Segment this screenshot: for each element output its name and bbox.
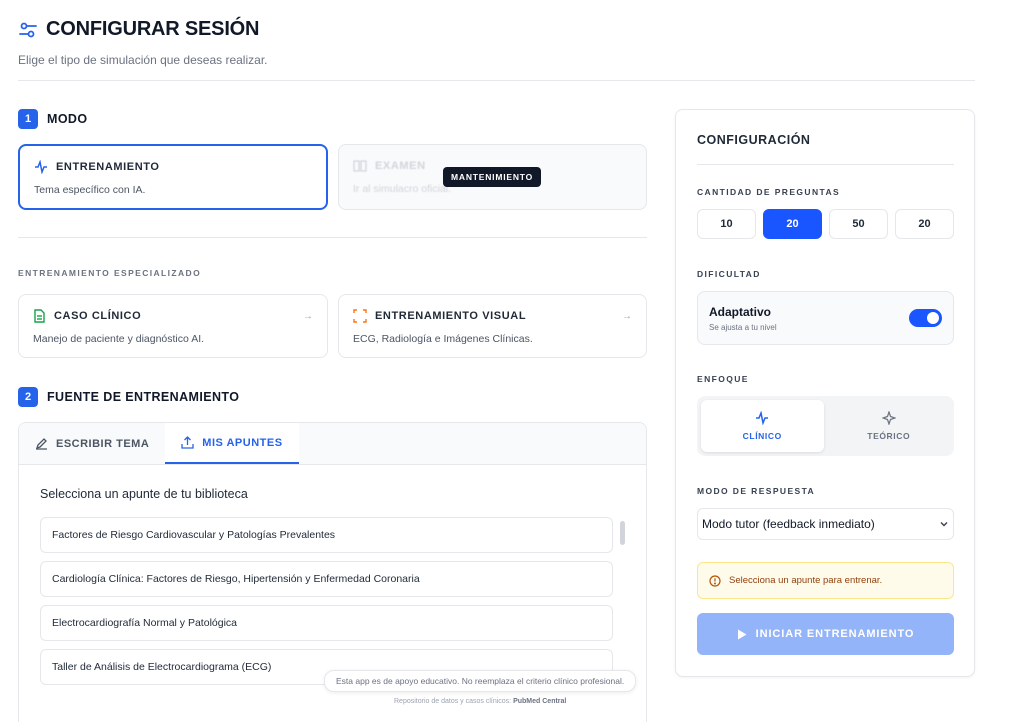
tab-write-topic[interactable]: ESCRIBIR TEMA [19,423,165,464]
focus-label: TEÓRICO [867,431,911,441]
response-mode-select[interactable]: Modo tutor (feedback inmediato) [697,508,954,540]
source-tabs: ESCRIBIR TEMA MIS APUNTES [19,423,646,465]
arrow-right-icon: → [622,311,632,322]
step-number: 2 [18,387,38,407]
page-header: CONFIGURAR SESIÓN Elige el tipo de simul… [18,18,975,67]
focus-label: CLÍNICO [742,431,782,441]
tab-label: MIS APUNTES [202,436,283,449]
select-value: Modo tutor (feedback inmediato) [702,517,875,531]
quantity-option-selected[interactable]: 20 [763,209,822,239]
repo-source: PubMed Central [513,698,567,705]
page-subtitle: Elige el tipo de simulación que deseas r… [18,53,268,67]
response-mode-caption: MODO DE RESPUESTA [697,486,816,496]
card-title: EXAMEN [375,160,426,172]
disclaimer-toast: Esta app es de apoyo educativo. No reemp… [324,670,637,692]
card-clinical-case[interactable]: CASO CLÍNICO Manejo de paciente y diagnó… [18,294,328,358]
maintenance-badge: MANTENIMIENTO [443,167,542,187]
sparkles-icon [881,411,896,425]
section-label: FUENTE DE ENTRENAMIENTO [47,390,240,404]
quantity-caption: CANTIDAD DE PREGUNTAS [697,187,841,197]
difficulty-title: Adaptativo [709,305,772,319]
start-training-button[interactable]: INICIAR ENTRENAMIENTO [697,613,954,655]
list-item[interactable]: Cardiología Clínica: Factores de Riesgo,… [40,561,613,597]
divider [18,80,975,81]
file-text-icon [34,309,45,323]
repository-credit: Repositorio de datos y casos clínicos: P… [394,698,566,705]
button-label: INICIAR ENTRENAMIENTO [755,628,915,640]
sliders-icon [19,22,37,37]
library-title: Selecciona un apunte de tu biblioteca [40,487,248,501]
card-description: Tema específico con IA. [34,184,146,196]
arrow-right-icon: → [303,311,313,322]
tab-label: ESCRIBIR TEMA [56,437,150,450]
focus-option-theoretical[interactable]: TEÓRICO [828,400,951,452]
card-title: CASO CLÍNICO [54,310,142,322]
page-title: CONFIGURAR SESIÓN [46,18,260,40]
mode-section-header: 1 MODO [18,109,88,129]
quantity-options: 10 20 50 20 [697,209,954,239]
activity-icon [756,411,769,425]
difficulty-box: Adaptativo Se ajusta a tu nivel [697,291,954,345]
source-section-header: 2 FUENTE DE ENTRENAMIENTO [18,387,239,407]
step-number: 1 [18,109,38,129]
scan-icon [353,309,367,323]
play-icon [737,629,747,639]
card-description: Manejo de paciente y diagnóstico AI. [33,333,205,345]
scrollbar[interactable] [620,521,625,545]
warning-message: Selecciona un apunte para entrenar. [697,562,954,599]
book-icon [353,160,367,172]
focus-option-clinical[interactable]: CLÍNICO [701,400,824,452]
divider [697,164,954,165]
tab-my-notes[interactable]: MIS APUNTES [165,423,299,464]
config-title: CONFIGURACIÓN [697,133,811,147]
difficulty-caption: DIFICULTAD [697,269,761,279]
list-item[interactable]: Electrocardiografía Normal y Patológica [40,605,613,641]
config-panel: CONFIGURACIÓN CANTIDAD DE PREGUNTAS 10 2… [675,109,975,677]
card-title: ENTRENAMIENTO VISUAL [375,310,527,322]
card-title: ENTRENAMIENTO [56,161,160,173]
alert-circle-icon [709,574,721,587]
pencil-icon [35,438,47,450]
activity-icon [35,160,47,174]
quantity-option[interactable]: 50 [829,209,888,239]
divider [18,237,647,238]
list-item[interactable]: Factores de Riesgo Cardiovascular y Pato… [40,517,613,553]
focus-selector: CLÍNICO TEÓRICO [697,396,954,456]
upload-icon [181,436,194,449]
chevron-down-icon [940,522,948,527]
focus-caption: ENFOQUE [697,374,749,384]
quantity-option[interactable]: 20 [895,209,954,239]
mode-card-training[interactable]: ENTRENAMIENTO Tema específico con IA. [18,144,328,210]
notes-list: Factores de Riesgo Cardiovascular y Pato… [40,517,613,693]
adaptive-toggle[interactable] [909,309,942,327]
specialized-caption: ENTRENAMIENTO ESPECIALIZADO [18,268,202,278]
warning-text: Selecciona un apunte para entrenar. [729,575,883,586]
section-label: MODO [47,112,88,126]
card-visual-training[interactable]: ENTRENAMIENTO VISUAL ECG, Radiología e I… [338,294,647,358]
repo-prefix: Repositorio de datos y casos clínicos: [394,698,512,705]
quantity-option[interactable]: 10 [697,209,756,239]
difficulty-subtitle: Se ajusta a tu nivel [709,323,777,332]
card-description: ECG, Radiología e Imágenes Clínicas. [353,333,533,345]
